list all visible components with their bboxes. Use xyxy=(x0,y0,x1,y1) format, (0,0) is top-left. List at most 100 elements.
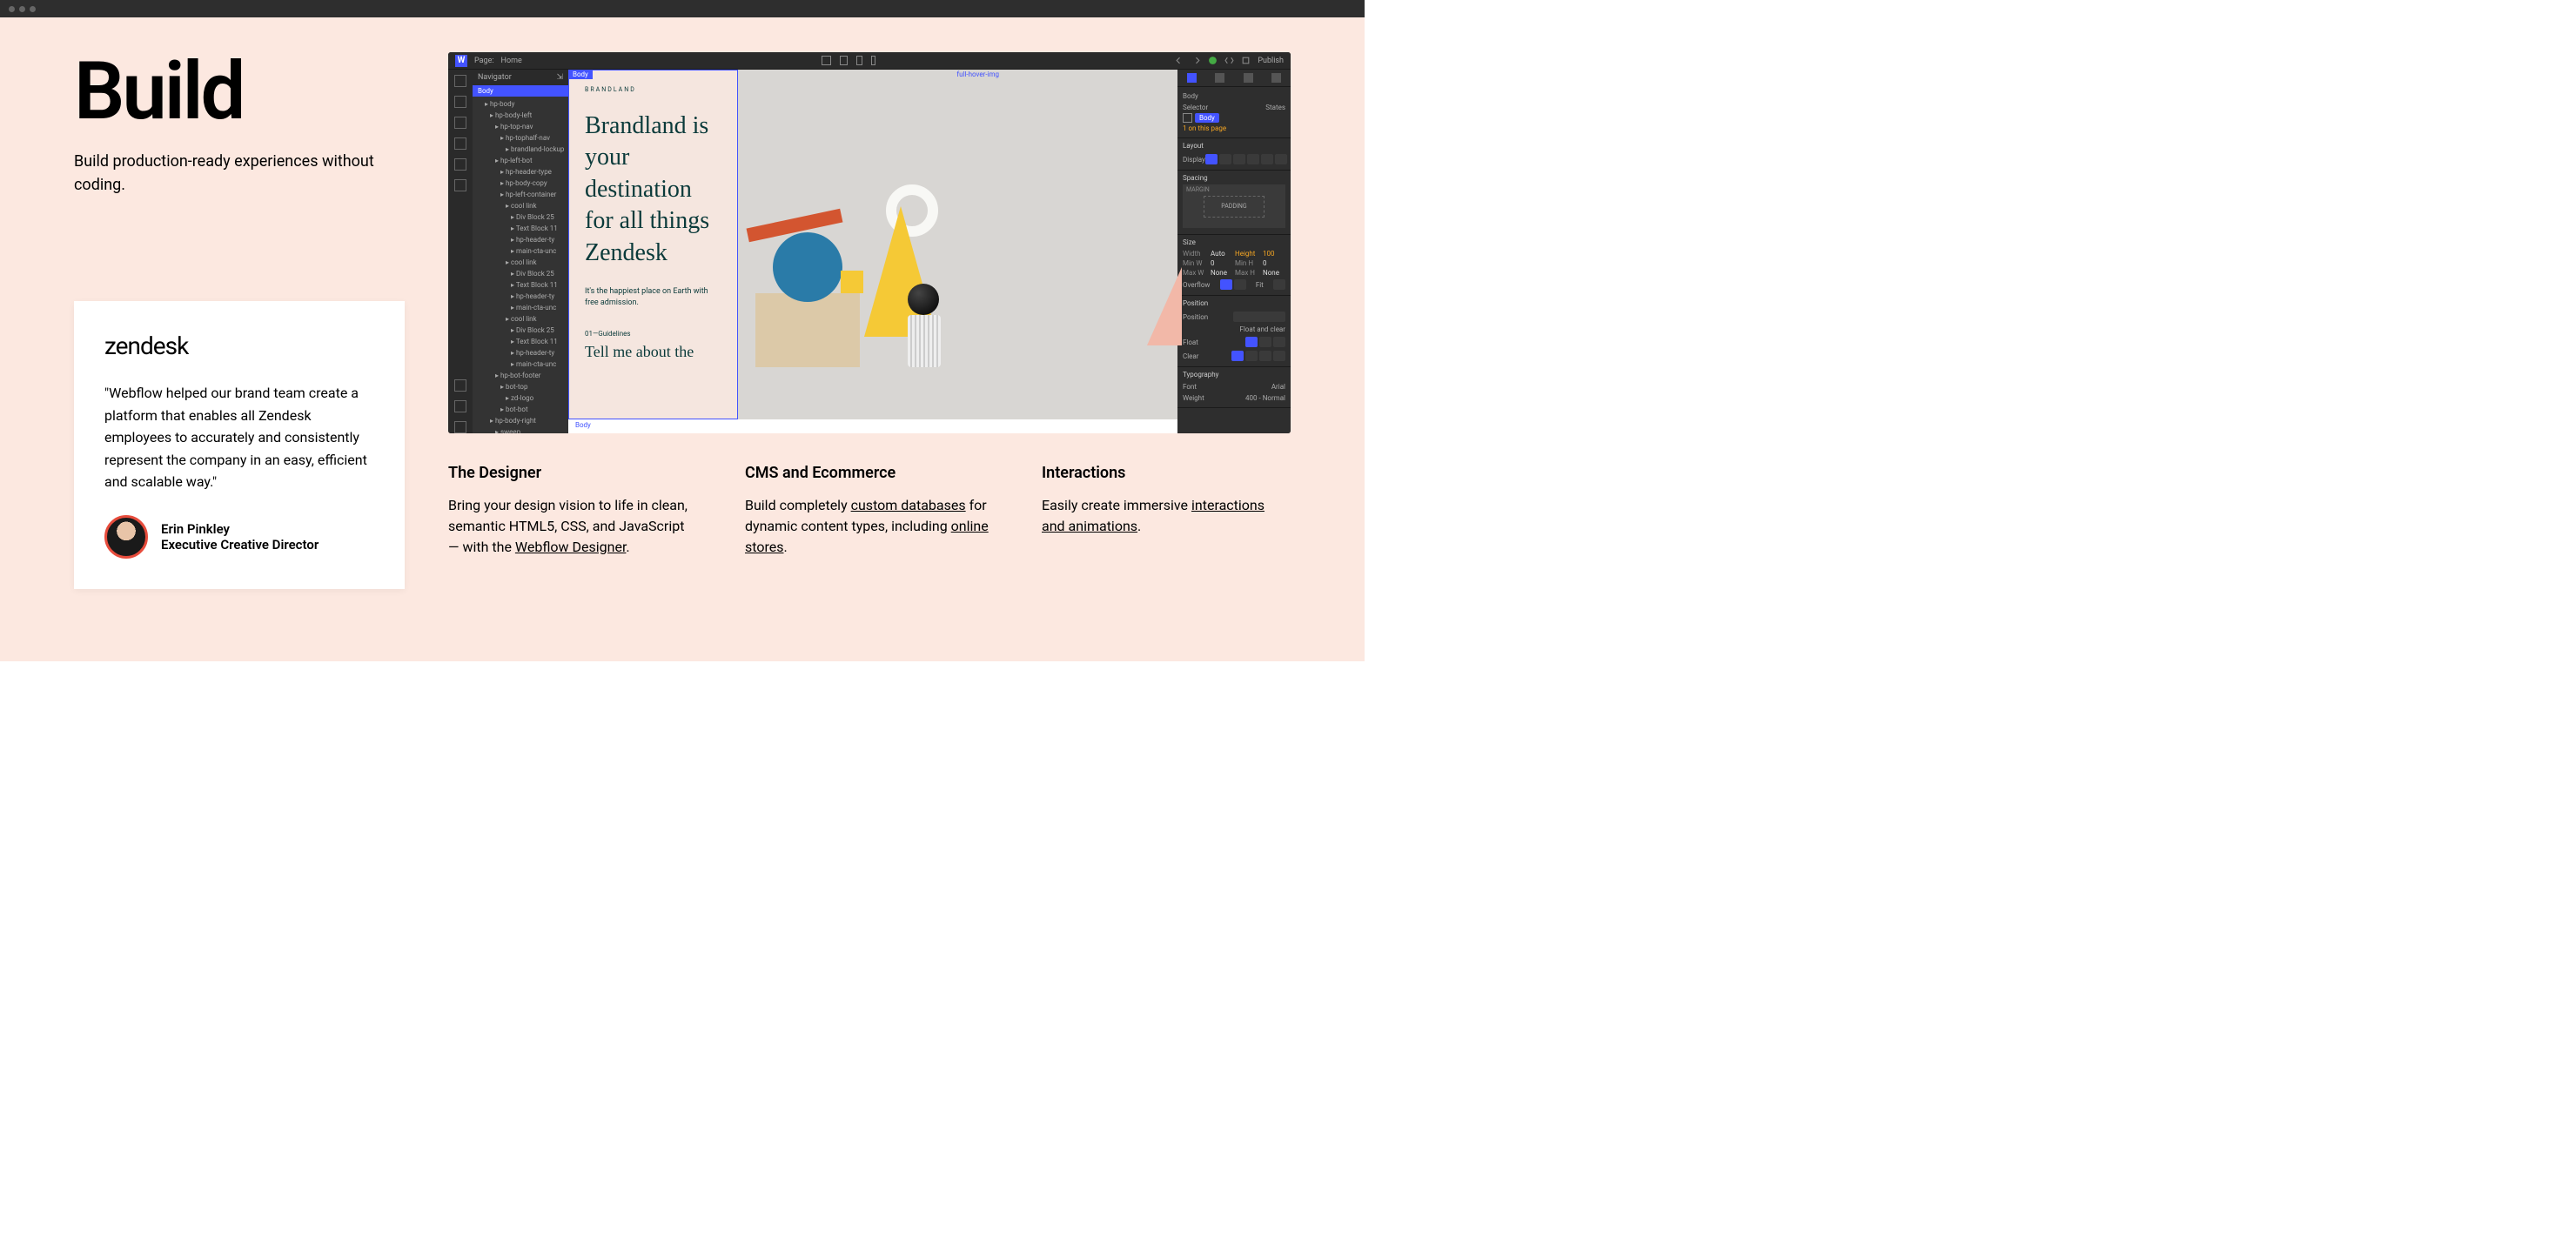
navigator-item[interactable]: ▸ Text Block 11 xyxy=(473,336,568,347)
navigator-collapse-icon[interactable]: ⇲ xyxy=(556,73,563,82)
audit-icon[interactable] xyxy=(454,379,466,392)
overflow-visible-icon[interactable] xyxy=(1220,279,1232,290)
navigator-item[interactable]: ▸ cool link xyxy=(473,257,568,268)
font-value[interactable]: Arial xyxy=(1271,383,1285,391)
mobile-landscape-icon[interactable] xyxy=(856,56,862,65)
overflow-hidden-icon[interactable] xyxy=(1234,279,1246,290)
canvas-breadcrumb[interactable]: Body xyxy=(568,419,1177,433)
display-block-icon[interactable] xyxy=(1205,154,1218,164)
float-clear-label[interactable]: Float and clear xyxy=(1239,325,1285,333)
tablet-icon[interactable] xyxy=(840,56,848,65)
redo-icon[interactable] xyxy=(1191,56,1201,65)
check-icon[interactable] xyxy=(1208,56,1218,65)
pages-icon[interactable] xyxy=(454,96,466,108)
spacing-editor[interactable]: MARGIN PADDING xyxy=(1183,184,1285,228)
navigator-item[interactable]: ▸ hp-body-right xyxy=(473,415,568,426)
navigator-item[interactable]: ▸ main-cta-unc xyxy=(473,245,568,257)
clear-none-icon[interactable] xyxy=(1231,351,1244,361)
page-name[interactable]: Home xyxy=(501,57,522,65)
traffic-light-max[interactable] xyxy=(30,6,36,12)
navigator-item[interactable]: ▸ hp-top-nav xyxy=(473,121,568,132)
width-value[interactable]: Auto xyxy=(1211,250,1231,258)
navigator-item[interactable]: ▸ Text Block 11 xyxy=(473,223,568,234)
navigator-item[interactable]: ▸ hp-left-container xyxy=(473,189,568,200)
traffic-light-close[interactable] xyxy=(9,6,15,12)
element-tab-icon[interactable] xyxy=(1271,73,1281,83)
float-left-icon[interactable] xyxy=(1259,337,1271,347)
fit-value[interactable] xyxy=(1273,279,1285,290)
navigator-item[interactable]: ▸ brandland-lockup xyxy=(473,144,568,155)
navigator-item[interactable]: ▸ sweep xyxy=(473,426,568,433)
settings-icon[interactable] xyxy=(454,179,466,191)
link-custom-databases[interactable]: custom databases xyxy=(851,497,966,513)
cms-icon[interactable] xyxy=(454,117,466,129)
display-inline-block-icon[interactable] xyxy=(1247,154,1259,164)
navigator-item[interactable]: ▸ hp-left-bot xyxy=(473,155,568,166)
position-section[interactable]: Position xyxy=(1183,299,1285,307)
publish-button[interactable]: Publish xyxy=(1258,57,1284,65)
navigator-item[interactable]: ▸ hp-header-ty xyxy=(473,234,568,245)
style-tab-icon[interactable] xyxy=(1187,73,1197,83)
navigator-item[interactable]: ▸ hp-header-ty xyxy=(473,291,568,302)
link-webflow-designer[interactable]: Webflow Designer xyxy=(515,539,627,555)
navigator-item[interactable]: ▸ hp-body-left xyxy=(473,110,568,121)
webflow-logo-icon[interactable]: W xyxy=(455,55,467,67)
display-grid-icon[interactable] xyxy=(1233,154,1245,164)
display-none-icon[interactable] xyxy=(1275,154,1287,164)
undo-icon[interactable] xyxy=(1175,56,1184,65)
float-right-icon[interactable] xyxy=(1273,337,1285,347)
navigator-item[interactable]: ▸ hp-body xyxy=(473,98,568,110)
weight-value[interactable]: 400 - Normal xyxy=(1245,394,1285,402)
navigator-item[interactable]: ▸ cool link xyxy=(473,313,568,325)
assets-icon[interactable] xyxy=(454,158,466,171)
video-icon[interactable] xyxy=(454,421,466,433)
selector-tag[interactable]: Body xyxy=(1195,113,1219,123)
minh-value[interactable]: 0 xyxy=(1263,259,1284,267)
float-none-icon[interactable] xyxy=(1245,337,1258,347)
display-flex-icon[interactable] xyxy=(1219,154,1231,164)
add-icon[interactable] xyxy=(454,75,466,87)
navigator-root[interactable]: Body xyxy=(473,85,568,97)
navigator-item[interactable]: ▸ main-cta-unc xyxy=(473,358,568,370)
display-inline-icon[interactable] xyxy=(1261,154,1273,164)
height-value[interactable]: 100 xyxy=(1263,250,1284,258)
ecommerce-icon[interactable] xyxy=(454,137,466,150)
maxh-value[interactable]: None xyxy=(1263,269,1284,277)
navigator-item[interactable]: ▸ main-cta-unc xyxy=(473,302,568,313)
interactions-tab-icon[interactable] xyxy=(1244,73,1253,83)
navigator-item[interactable]: ▸ hp-header-ty xyxy=(473,347,568,358)
navigator-item[interactable]: ▸ hp-header-type xyxy=(473,166,568,178)
device-switcher[interactable] xyxy=(822,56,875,65)
export-icon[interactable] xyxy=(1241,56,1251,65)
minw-value[interactable]: 0 xyxy=(1211,259,1231,267)
position-value[interactable] xyxy=(1233,312,1285,322)
navigator-item[interactable]: ▸ bot-top xyxy=(473,381,568,392)
selector-device-icon[interactable] xyxy=(1183,113,1192,123)
display-buttons[interactable] xyxy=(1205,154,1287,164)
navigator-item[interactable]: ▸ Div Block 25 xyxy=(473,211,568,223)
size-section[interactable]: Size xyxy=(1183,238,1285,246)
spacing-section[interactable]: Spacing xyxy=(1183,174,1285,182)
navigator-item[interactable]: ▸ bot-bot xyxy=(473,404,568,415)
navigator-item[interactable]: ▸ hp-bot-footer xyxy=(473,370,568,381)
code-icon[interactable] xyxy=(1224,56,1234,65)
traffic-light-min[interactable] xyxy=(19,6,25,12)
desktop-icon[interactable] xyxy=(822,56,831,65)
clear-left-icon[interactable] xyxy=(1245,351,1258,361)
navigator-item[interactable]: ▸ Text Block 11 xyxy=(473,279,568,291)
navigator-item[interactable]: ▸ hp-tophalf-nav xyxy=(473,132,568,144)
help-icon[interactable] xyxy=(454,400,466,412)
clear-both-icon[interactable] xyxy=(1273,351,1285,361)
states-label[interactable]: States xyxy=(1265,104,1285,111)
designer-canvas[interactable]: Body full-hover-img BRANDLAND Brandland … xyxy=(568,70,1177,419)
maxw-value[interactable]: None xyxy=(1211,269,1231,277)
navigator-item[interactable]: ▸ zd-logo xyxy=(473,392,568,404)
navigator-item[interactable]: ▸ cool link xyxy=(473,200,568,211)
settings-tab-icon[interactable] xyxy=(1215,73,1224,83)
typography-section[interactable]: Typography xyxy=(1183,371,1285,379)
mobile-icon[interactable] xyxy=(871,56,875,65)
navigator-item[interactable]: ▸ Div Block 25 xyxy=(473,268,568,279)
layout-section[interactable]: Layout xyxy=(1183,142,1285,150)
clear-right-icon[interactable] xyxy=(1259,351,1271,361)
navigator-item[interactable]: ▸ Div Block 25 xyxy=(473,325,568,336)
